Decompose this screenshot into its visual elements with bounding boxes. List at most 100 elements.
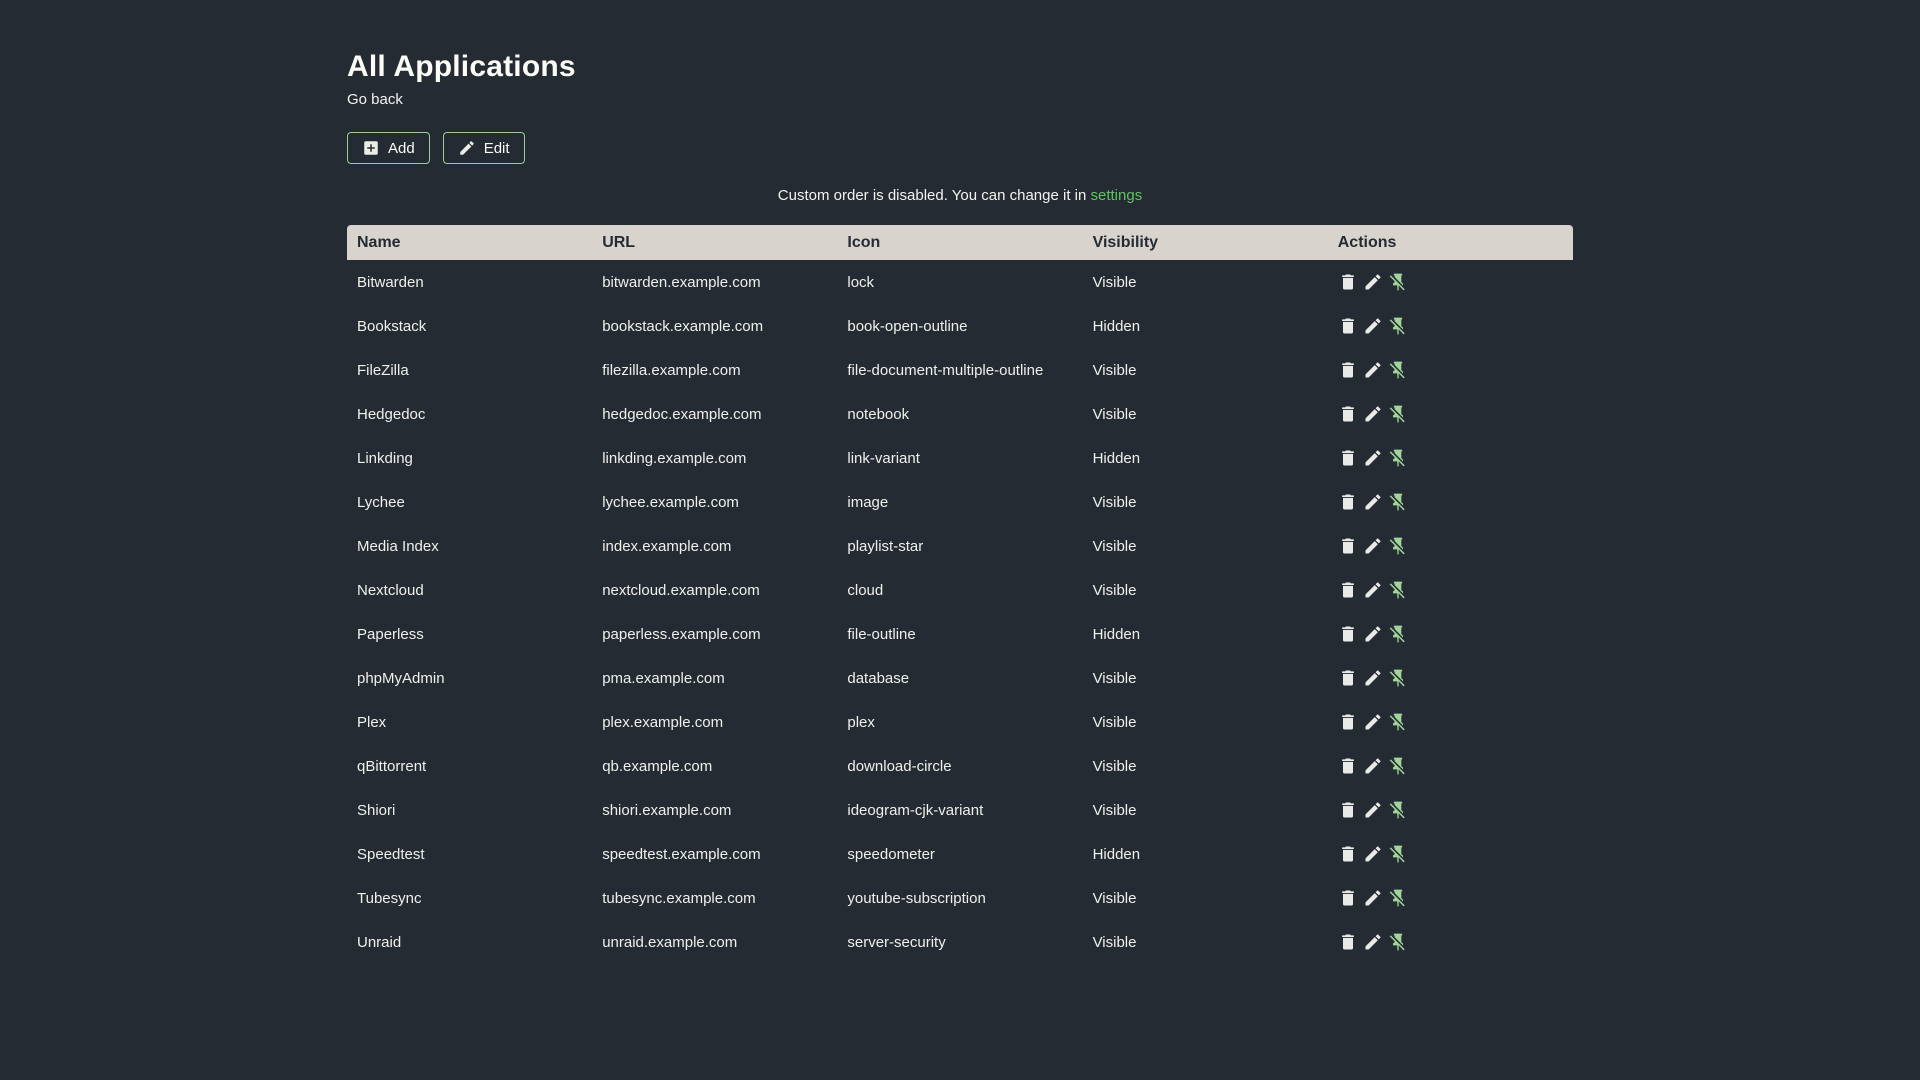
add-button-label: Add — [388, 139, 415, 157]
pin-off-icon — [1389, 889, 1405, 907]
app-url: nextcloud.example.com — [602, 581, 760, 599]
delete-button[interactable] — [1338, 624, 1358, 644]
edit-row-button[interactable] — [1363, 580, 1383, 600]
pencil-icon — [1365, 450, 1381, 466]
app-visibility: Hidden — [1092, 625, 1141, 643]
app-url: qb.example.com — [602, 757, 713, 775]
column-header-visibility: Visibility — [1082, 225, 1328, 260]
edit-row-button[interactable] — [1363, 624, 1383, 644]
delete-button[interactable] — [1338, 580, 1358, 600]
action-button-row: Add Edit — [347, 132, 1573, 164]
unpin-button[interactable] — [1388, 272, 1408, 292]
app-icon-name: file-outline — [847, 625, 916, 643]
delete-button[interactable] — [1338, 492, 1358, 512]
delete-button[interactable] — [1338, 272, 1358, 292]
edit-row-button[interactable] — [1363, 448, 1383, 468]
pin-off-icon — [1389, 317, 1405, 335]
app-icon-name: notebook — [847, 405, 910, 423]
table-row: Nextcloud nextcloud.example.com cloud Vi… — [347, 568, 1573, 612]
edit-row-button[interactable] — [1363, 844, 1383, 864]
unpin-button[interactable] — [1388, 756, 1408, 776]
edit-row-button[interactable] — [1363, 404, 1383, 424]
app-name: Media Index — [357, 537, 439, 555]
table-row: qBittorrent qb.example.com download-circ… — [347, 744, 1573, 788]
delete-button[interactable] — [1338, 800, 1358, 820]
edit-row-button[interactable] — [1363, 668, 1383, 688]
app-name: Speedtest — [357, 845, 425, 863]
table-row: Plex plex.example.com plex Visible — [347, 700, 1573, 744]
trash-icon — [1341, 758, 1354, 774]
edit-button-label: Edit — [483, 139, 510, 157]
trash-icon — [1341, 406, 1354, 422]
delete-button[interactable] — [1338, 536, 1358, 556]
unpin-button[interactable] — [1388, 668, 1408, 688]
unpin-button[interactable] — [1388, 888, 1408, 908]
delete-button[interactable] — [1338, 712, 1358, 732]
unpin-button[interactable] — [1388, 580, 1408, 600]
app-name: Shiori — [357, 801, 396, 819]
custom-order-notice: Custom order is disabled. You can change… — [347, 187, 1573, 204]
edit-row-button[interactable] — [1363, 492, 1383, 512]
pin-off-icon — [1389, 493, 1405, 511]
pencil-icon — [1365, 538, 1381, 554]
unpin-button[interactable] — [1388, 932, 1408, 952]
edit-row-button[interactable] — [1363, 800, 1383, 820]
edit-row-button[interactable] — [1363, 316, 1383, 336]
edit-row-button[interactable] — [1363, 712, 1383, 732]
delete-button[interactable] — [1338, 360, 1358, 380]
unpin-button[interactable] — [1388, 844, 1408, 864]
table-row: Hedgedoc hedgedoc.example.com notebook V… — [347, 392, 1573, 436]
delete-button[interactable] — [1338, 844, 1358, 864]
app-name: phpMyAdmin — [357, 669, 445, 687]
edit-row-button[interactable] — [1363, 360, 1383, 380]
pin-off-icon — [1389, 449, 1405, 467]
delete-button[interactable] — [1338, 756, 1358, 776]
delete-button[interactable] — [1338, 932, 1358, 952]
settings-link[interactable]: settings — [1091, 187, 1143, 204]
edit-button[interactable]: Edit — [442, 132, 525, 164]
delete-button[interactable] — [1338, 888, 1358, 908]
pin-off-icon — [1389, 405, 1405, 423]
edit-row-button[interactable] — [1363, 756, 1383, 776]
add-button[interactable]: Add — [347, 132, 430, 164]
applications-table: Name URL Icon Visibility Actions Bitward… — [347, 225, 1573, 964]
delete-button[interactable] — [1338, 404, 1358, 424]
trash-icon — [1341, 538, 1354, 554]
app-name: Nextcloud — [357, 581, 424, 599]
delete-button[interactable] — [1338, 668, 1358, 688]
app-visibility: Visible — [1092, 273, 1137, 291]
app-icon-name: playlist-star — [847, 537, 924, 555]
unpin-button[interactable] — [1388, 404, 1408, 424]
app-name: Plex — [357, 713, 387, 731]
edit-row-button[interactable] — [1363, 272, 1383, 292]
table-body: Bitwarden bitwarden.example.com lock Vis… — [347, 260, 1573, 964]
unpin-button[interactable] — [1388, 624, 1408, 644]
app-icon-name: youtube-subscription — [847, 889, 986, 907]
unpin-button[interactable] — [1388, 448, 1408, 468]
app-actions — [1328, 876, 1573, 920]
trash-icon — [1341, 670, 1354, 686]
app-url: tubesync.example.com — [602, 889, 756, 907]
pencil-icon — [459, 141, 474, 155]
unpin-button[interactable] — [1388, 360, 1408, 380]
pencil-icon — [1365, 890, 1381, 906]
app-url: bitwarden.example.com — [602, 273, 761, 291]
edit-row-button[interactable] — [1363, 888, 1383, 908]
edit-row-button[interactable] — [1363, 932, 1383, 952]
app-actions — [1328, 788, 1573, 832]
go-back-link[interactable]: Go back — [347, 91, 403, 108]
app-url: hedgedoc.example.com — [602, 405, 762, 423]
table-row: Paperless paperless.example.com file-out… — [347, 612, 1573, 656]
unpin-button[interactable] — [1388, 536, 1408, 556]
unpin-button[interactable] — [1388, 316, 1408, 336]
pencil-icon — [1365, 494, 1381, 510]
unpin-button[interactable] — [1388, 800, 1408, 820]
app-name: FileZilla — [357, 361, 409, 379]
unpin-button[interactable] — [1388, 712, 1408, 732]
pencil-icon — [1365, 714, 1381, 730]
edit-row-button[interactable] — [1363, 536, 1383, 556]
delete-button[interactable] — [1338, 316, 1358, 336]
app-icon-name: server-security — [847, 933, 946, 951]
unpin-button[interactable] — [1388, 492, 1408, 512]
delete-button[interactable] — [1338, 448, 1358, 468]
